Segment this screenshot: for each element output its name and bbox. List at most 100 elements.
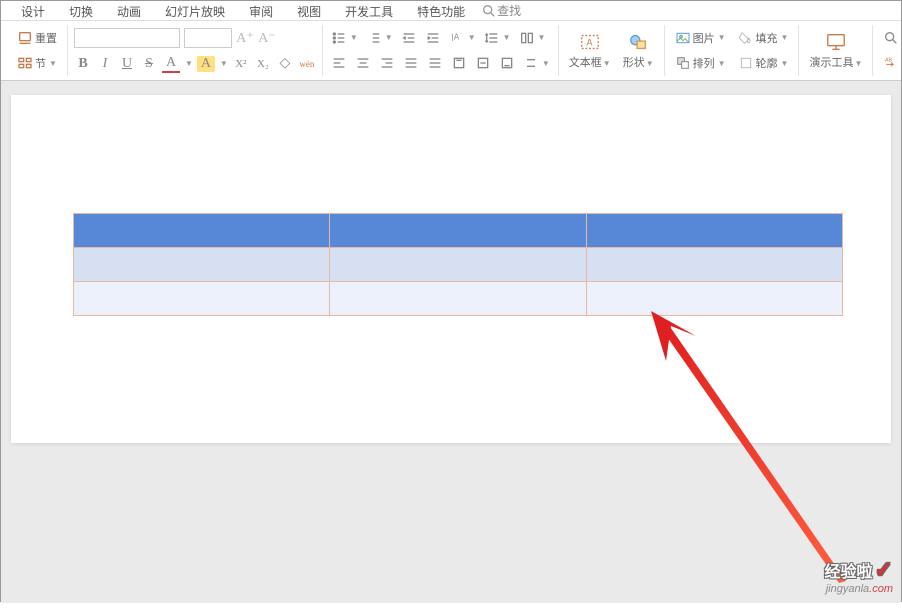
table-row[interactable] bbox=[74, 248, 843, 282]
group-slides: 重置 节 ▼ bbox=[7, 25, 68, 76]
picture-icon bbox=[675, 30, 691, 46]
valign-bottom-button[interactable] bbox=[497, 53, 517, 73]
clear-format-button[interactable]: ◇ bbox=[276, 55, 294, 72]
align-right-button[interactable] bbox=[377, 53, 397, 73]
number-list-button[interactable]: ▼ bbox=[364, 28, 395, 48]
watermark: 经验啦 ✓ jingyanla.com bbox=[825, 557, 893, 595]
tab-slideshow[interactable]: 幻灯片放映 bbox=[153, 1, 237, 20]
arrange-button[interactable]: 排列▼ bbox=[671, 53, 730, 73]
chevron-down-icon[interactable]: ▼ bbox=[185, 59, 193, 68]
columns-icon bbox=[519, 30, 535, 46]
outline-icon bbox=[738, 55, 754, 71]
fill-button[interactable]: 填充▼ bbox=[734, 28, 793, 48]
text-direction-icon: |A bbox=[449, 30, 465, 46]
chevron-down-icon: ▼ bbox=[49, 59, 57, 68]
line-spacing-button[interactable]: ▼ bbox=[482, 28, 513, 48]
group-find: 查 AB 替 bbox=[873, 25, 902, 76]
slide-canvas-area bbox=[1, 81, 901, 603]
tab-transition[interactable]: 切换 bbox=[57, 1, 105, 20]
present-label: 演示工具▼ bbox=[809, 54, 862, 70]
shapes-button[interactable]: 形状▼ bbox=[619, 29, 658, 72]
textbox-button[interactable]: A 文本框▼ bbox=[565, 29, 615, 72]
search-label: 查找 bbox=[497, 2, 521, 19]
line-spacing-2-button[interactable]: ▼ bbox=[521, 53, 552, 73]
strike-button[interactable]: S bbox=[140, 56, 158, 72]
watermark-brand: 经验啦 bbox=[825, 558, 873, 582]
textbox-label: 文本框▼ bbox=[569, 54, 611, 70]
subscript-button[interactable]: X₂ bbox=[254, 58, 272, 70]
valign-middle-button[interactable] bbox=[473, 53, 493, 73]
tab-devtools[interactable]: 开发工具 bbox=[333, 1, 405, 20]
superscript-button[interactable]: X² bbox=[232, 58, 250, 70]
picture-label: 图片 bbox=[693, 30, 715, 46]
table-row[interactable] bbox=[74, 214, 843, 248]
align-center-button[interactable] bbox=[353, 53, 373, 73]
align-center-icon bbox=[355, 55, 371, 71]
slide-table[interactable] bbox=[73, 213, 843, 316]
section-button[interactable]: 节 ▼ bbox=[13, 53, 61, 73]
replace-icon: AB bbox=[883, 55, 899, 71]
tab-design[interactable]: 设计 bbox=[9, 1, 57, 20]
menu-tabs: 设计 切换 动画 幻灯片放映 审阅 视图 开发工具 特色功能 查找 bbox=[1, 1, 901, 21]
increase-font-button[interactable]: A⁺ bbox=[236, 30, 254, 47]
outline-label: 轮廓 bbox=[756, 55, 778, 71]
align-justify-button[interactable] bbox=[401, 53, 421, 73]
picture-button[interactable]: 图片▼ bbox=[671, 28, 730, 48]
replace-button[interactable]: AB 替 bbox=[879, 53, 902, 73]
reset-icon bbox=[17, 30, 33, 46]
arrange-label: 排列 bbox=[693, 55, 715, 71]
svg-text:A: A bbox=[586, 38, 593, 48]
font-name-select[interactable] bbox=[74, 28, 180, 48]
group-insert: A 文本框▼ 形状▼ bbox=[559, 25, 665, 76]
highlight-button[interactable]: A bbox=[197, 56, 215, 72]
chevron-down-icon[interactable]: ▼ bbox=[220, 59, 228, 68]
watermark-url: jingyanla.com bbox=[825, 583, 893, 595]
section-icon bbox=[17, 55, 33, 71]
outline-button[interactable]: 轮廓▼ bbox=[734, 53, 793, 73]
fill-label: 填充 bbox=[756, 30, 778, 46]
slide-page[interactable] bbox=[11, 95, 891, 443]
italic-button[interactable]: I bbox=[96, 56, 114, 72]
tab-view[interactable]: 视图 bbox=[285, 1, 333, 20]
present-tool-button[interactable]: 演示工具▼ bbox=[805, 29, 866, 72]
font-size-select[interactable] bbox=[184, 28, 232, 48]
checkmark-icon: ✓ bbox=[875, 557, 893, 583]
arrange-icon bbox=[675, 55, 691, 71]
group-paragraph: ▼ ▼ |A▼ ▼ ▼ ▼ bbox=[323, 25, 559, 76]
reset-label: 重置 bbox=[35, 30, 57, 46]
font-color-button[interactable]: A bbox=[162, 55, 180, 73]
pinyin-button[interactable]: wén bbox=[298, 59, 316, 69]
bullet-list-button[interactable]: ▼ bbox=[329, 28, 360, 48]
align-left-button[interactable] bbox=[329, 53, 349, 73]
indent-icon bbox=[425, 30, 441, 46]
align-right-icon bbox=[379, 55, 395, 71]
section-label: 节 bbox=[35, 55, 46, 71]
group-font: A⁺ A⁻ B I U S A ▼ A ▼ X² X₂ ◇ wén bbox=[68, 25, 323, 76]
search-icon bbox=[883, 30, 899, 46]
find-button[interactable]: 查 bbox=[879, 28, 902, 48]
table-row[interactable] bbox=[74, 282, 843, 316]
shapes-icon bbox=[627, 31, 649, 53]
outdent-icon bbox=[401, 30, 417, 46]
tab-review[interactable]: 审阅 bbox=[237, 1, 285, 20]
bullet-list-icon bbox=[331, 30, 347, 46]
valign-middle-icon bbox=[475, 55, 491, 71]
line-spacing-icon bbox=[484, 30, 500, 46]
columns-button[interactable]: ▼ bbox=[517, 28, 548, 48]
ribbon-toolbar: 重置 节 ▼ A⁺ A⁻ B I U S A ▼ A ▼ X² bbox=[1, 21, 901, 81]
text-direction-button[interactable]: |A▼ bbox=[447, 28, 478, 48]
reset-button[interactable]: 重置 bbox=[13, 28, 61, 48]
group-arrange: 图片▼ 填充▼ 排列▼ 轮廓▼ bbox=[665, 25, 800, 76]
shapes-label: 形状▼ bbox=[623, 54, 654, 70]
decrease-indent-button[interactable] bbox=[399, 28, 419, 48]
fill-icon bbox=[738, 30, 754, 46]
valign-top-button[interactable] bbox=[449, 53, 469, 73]
decrease-font-button[interactable]: A⁻ bbox=[258, 30, 276, 47]
distribute-button[interactable] bbox=[425, 53, 445, 73]
underline-button[interactable]: U bbox=[118, 56, 136, 72]
tab-animation[interactable]: 动画 bbox=[105, 1, 153, 20]
tab-features[interactable]: 特色功能 bbox=[405, 1, 477, 20]
increase-indent-button[interactable] bbox=[423, 28, 443, 48]
bold-button[interactable]: B bbox=[74, 56, 92, 72]
search-menu[interactable]: 查找 bbox=[481, 1, 521, 20]
